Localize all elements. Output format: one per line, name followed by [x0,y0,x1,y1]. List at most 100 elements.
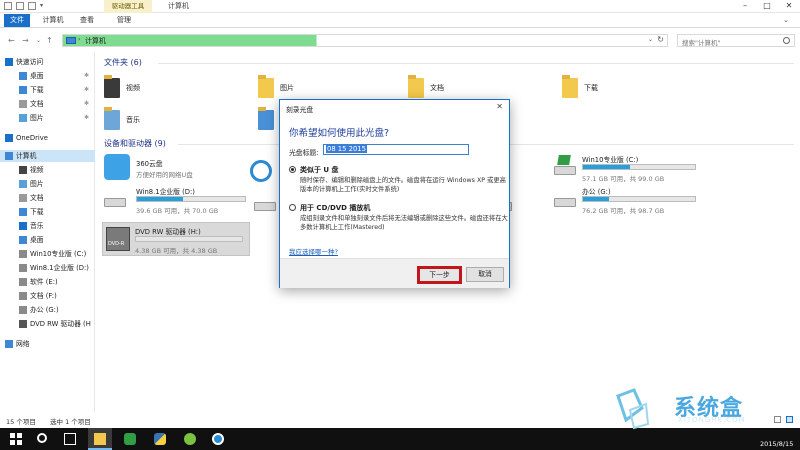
desktop-icon [19,72,27,80]
tab-file[interactable]: 文件 [4,14,30,27]
sidebar-item[interactable]: 办公 (G:) [0,304,95,316]
quick-access-dropdown-icon[interactable]: ▾ [40,2,45,10]
sidebar-item[interactable]: 文档 [0,192,95,204]
sidebar-item[interactable]: 桌面 ✱ [0,70,95,82]
clock-date[interactable]: 2015/8/15 [760,440,793,448]
sidebar-item[interactable]: 快速访问 [0,56,95,68]
search-taskbar-button[interactable] [30,428,54,450]
taskbar-file-explorer[interactable] [88,428,112,450]
minimize-button[interactable]: – [734,0,756,13]
address-row: ← → ⌄ ↑ › 计算机 ⌄ ↻ 搜索"计算机" [0,28,800,52]
sidebar-item[interactable]: 软件 (E:) [0,276,95,288]
task-view-button[interactable] [58,428,82,450]
drive-item-dvd[interactable]: DVD-R DVD RW 驱动器 (H:) 4.38 GB 可用，共 4.38 … [102,222,250,256]
sidebar-item[interactable]: 文档 (F:) [0,290,95,302]
folder-item-downloads[interactable]: 下载 [562,74,682,106]
cd-dvd-mode-title[interactable]: 用于 CD/DVD 播放机 [300,203,370,213]
sidebar-item[interactable]: Win8.1企业版 (D:) [0,262,95,274]
sidebar-item[interactable]: 图片 ✱ [0,112,95,124]
ribbon-expand-icon[interactable]: ⌄ [780,14,792,27]
address-dropdown-icon[interactable]: ⌄ [648,36,653,43]
cloud-icon [5,134,13,142]
blue-app-icon [212,433,224,445]
drive-item-c[interactable]: Win10专业版 (C:) 57.1 GB 可用，共 99.0 GB [554,152,704,184]
sidebar-item[interactable]: Win10专业版 (C:) [0,248,95,260]
cd-dvd-mode-description: 成组刻录文件和单独刻录文件后将无法编辑或删除这些文件。磁盘还将在大多数计算机上工… [300,215,508,231]
folders-header[interactable]: 文件夹 (6) [104,57,142,68]
sidebar-item[interactable]: 音乐 [0,220,95,232]
sidebar-item-label: 下载 [30,86,44,94]
video-folder-icon [104,75,120,98]
hard-drive-icon [554,198,576,207]
cancel-button[interactable]: 取消 [466,267,504,282]
sidebar-item-label: 计算机 [16,152,37,160]
cloud-icon [104,154,130,180]
dialog-close-button[interactable]: ✕ [496,102,503,111]
ribbon-tabs: 文件 计算机 查看 管理 ⌄ [0,13,800,28]
tab-computer[interactable]: 计算机 [38,14,68,27]
taskbar-app-lime[interactable] [178,428,202,450]
folder-icon [94,433,106,445]
next-button[interactable]: 下一步 [417,266,462,284]
recent-dropdown-icon[interactable]: ⌄ [36,37,41,44]
up-arrow-icon[interactable]: ↑ [46,36,53,45]
sidebar-item-label: 桌面 [30,72,44,80]
sidebar-item-label: 图片 [30,180,44,188]
taskbar-app-blue[interactable] [206,428,230,450]
sidebar-item[interactable]: 文档 ✱ [0,98,95,110]
tab-manage[interactable]: 管理 [112,14,136,27]
drive-item-d[interactable]: Win8.1企业版 (D:) 39.6 GB 可用，共 70.0 GB [104,184,254,216]
sidebar-item-label: 办公 (G:) [30,306,59,314]
back-arrow-icon[interactable]: ← [8,36,15,45]
sidebar-item[interactable]: 图片 [0,178,95,190]
close-button[interactable]: ✕ [778,0,800,13]
document-folder-icon [408,75,424,98]
computer-icon [66,37,76,44]
tab-view[interactable]: 查看 [76,14,98,27]
sidebar-item-label: Win8.1企业版 (D:) [30,264,89,272]
desktop-folder-icon [258,107,274,130]
new-folder-icon[interactable] [28,2,36,10]
drive-usage-bar [582,164,696,170]
sidebar-item-label: 文档 (F:) [30,292,57,300]
sidebar-item[interactable]: 下载 ✱ [0,84,95,96]
document-icon [19,194,27,202]
drive-icon [19,250,27,258]
cd-dvd-mode-radio[interactable] [289,204,296,211]
sidebar-item[interactable]: 视频 [0,164,95,176]
breadcrumb-chevron-icon: › [78,36,81,43]
drives-header[interactable]: 设备和驱动器 (9) [104,138,166,149]
maximize-button[interactable]: □ [756,0,778,13]
drive-usage-bar [582,196,696,202]
address-bar[interactable]: › 计算机 ⌄ ↻ [62,34,668,47]
drive-item-g[interactable]: 办公 (G:) 76.2 GB 可用，共 98.7 GB [554,184,704,216]
taskbar-python[interactable] [148,428,172,450]
green-app-icon [124,433,136,445]
refresh-icon[interactable]: ↻ [657,35,664,44]
usb-mode-title[interactable]: 类似于 U 盘 [300,165,339,175]
forward-arrow-icon[interactable]: → [22,36,29,45]
folder-item-videos[interactable]: 视频 [104,74,224,106]
music-folder-icon [104,107,120,130]
sidebar-item[interactable]: DVD RW 驱动器 (H [0,318,95,330]
sidebar-item[interactable]: OneDrive [0,132,95,144]
search-input[interactable]: 搜索"计算机" [677,34,795,47]
taskbar-app-green[interactable] [118,428,142,450]
start-button[interactable] [4,428,28,450]
sidebar-item[interactable]: 桌面 [0,234,95,246]
sidebar-item[interactable]: 网络 [0,338,95,350]
picture-folder-icon [258,75,274,98]
disc-title-input[interactable]: 08 15 2015 [323,144,469,155]
folder-item-music[interactable]: 音乐 [104,106,224,138]
help-link[interactable]: 我应选择哪一种? [289,246,338,256]
windows-drive-icon [554,166,576,175]
drive-item-360-cloud[interactable]: 360云盘 方便好用的网络U盘 [104,152,254,184]
sidebar-item[interactable]: 下载 [0,206,95,218]
drive-icon [19,278,27,286]
sidebar-item-label: 文档 [30,194,44,202]
document-icon [19,100,27,108]
usb-mode-radio[interactable] [289,166,296,173]
sidebar-item[interactable]: 计算机 [0,150,95,162]
computer-icon [5,152,13,160]
properties-icon[interactable] [16,2,24,10]
